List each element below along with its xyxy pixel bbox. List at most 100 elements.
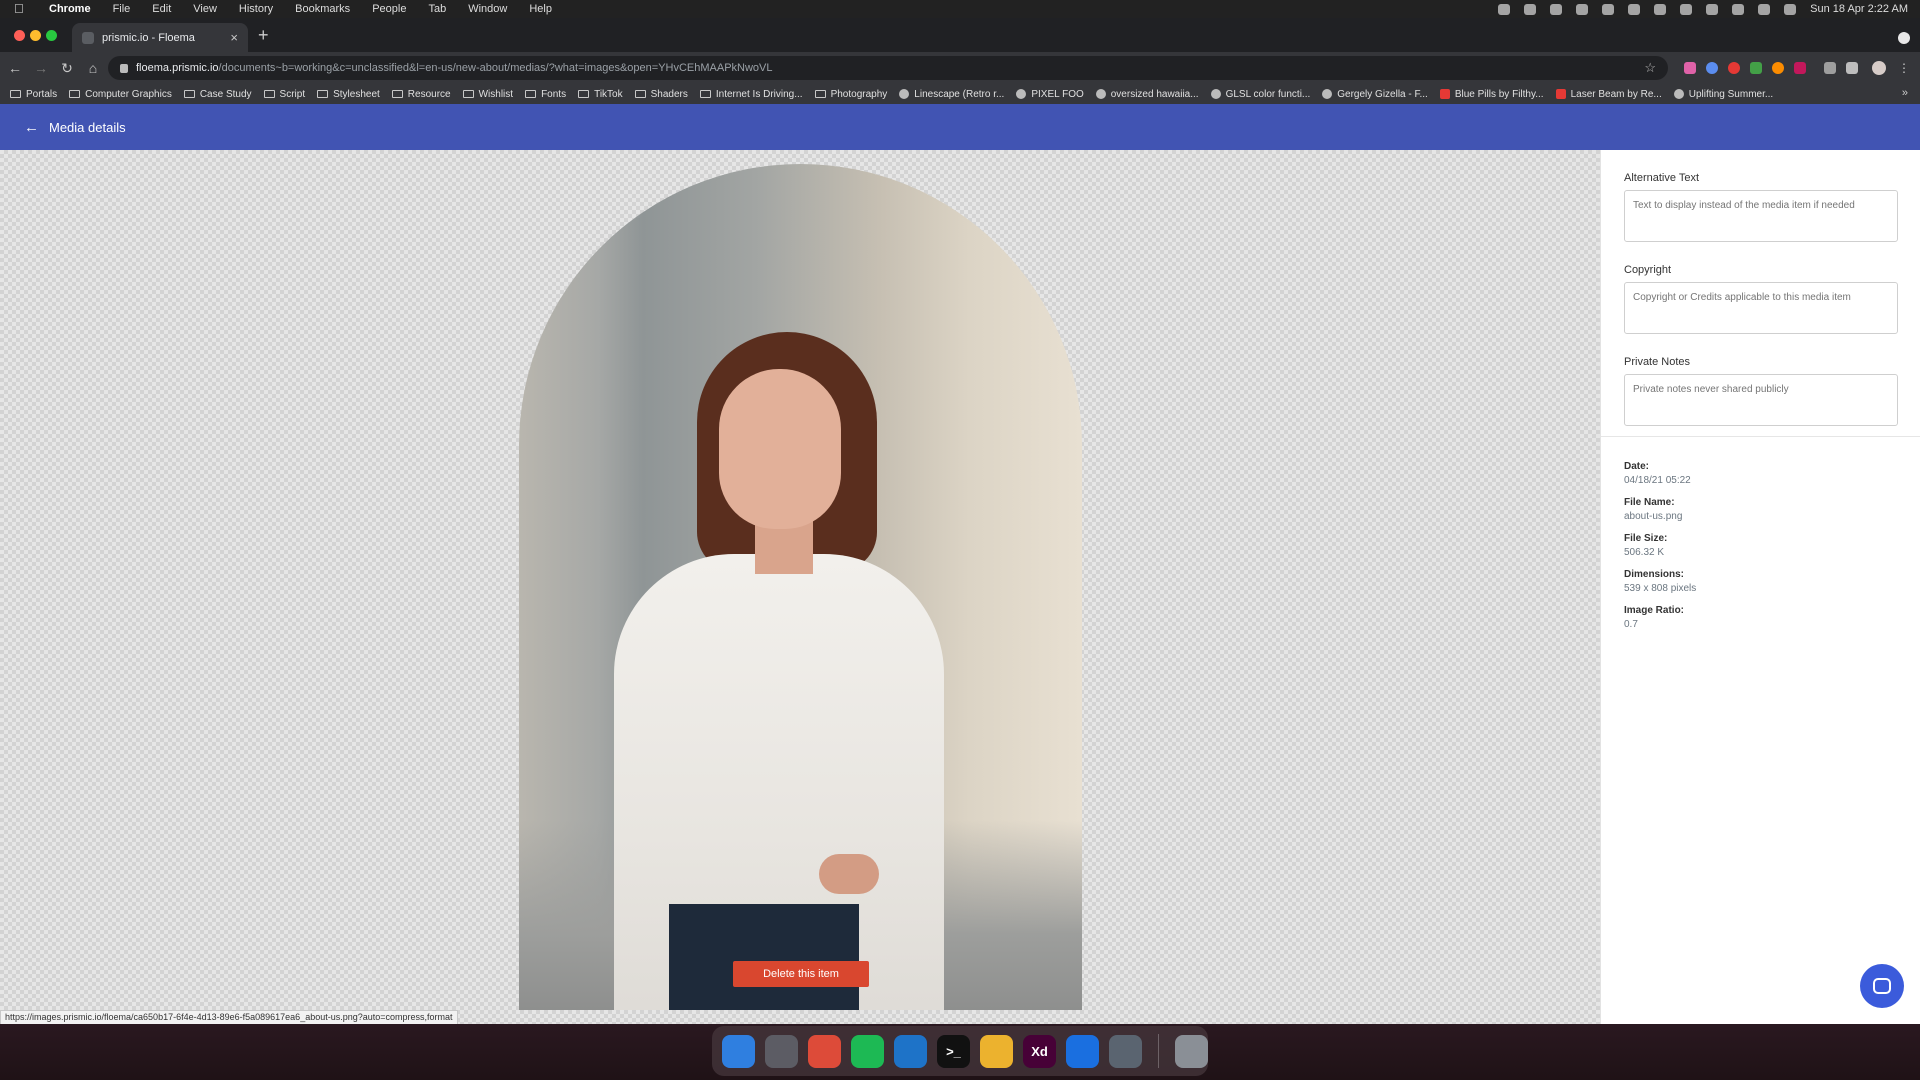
bookmark-folder-resource[interactable]: Resource bbox=[391, 89, 451, 100]
delete-item-button[interactable]: Delete this item bbox=[733, 961, 869, 987]
window-close-icon[interactable] bbox=[14, 30, 25, 41]
bookmarks-overflow-icon[interactable]: » bbox=[1902, 87, 1908, 99]
bookmark-folder-stylesheet[interactable]: Stylesheet bbox=[317, 89, 380, 100]
folder-icon bbox=[634, 90, 646, 98]
address-bar[interactable]: floema.prismic.io/documents~b=working&c=… bbox=[108, 56, 1668, 80]
page-title[interactable]: Media details bbox=[49, 120, 126, 135]
forward-nav-icon[interactable]: → bbox=[30, 60, 52, 76]
bookmark-folder-computer-graphics[interactable]: Computer Graphics bbox=[69, 89, 172, 100]
apple-logo-icon[interactable]:  bbox=[14, 2, 28, 16]
onepassword-icon[interactable] bbox=[1576, 3, 1589, 15]
bookmark-label: GLSL color functi... bbox=[1225, 88, 1311, 100]
folder-icon bbox=[578, 90, 590, 98]
cloud-upload-icon[interactable] bbox=[1602, 3, 1615, 15]
new-tab-icon[interactable]: + bbox=[258, 26, 269, 44]
vscode-icon[interactable] bbox=[894, 1034, 927, 1068]
reload-icon[interactable]: ↻ bbox=[56, 60, 78, 77]
adobe-xd-icon[interactable]: Xd bbox=[1023, 1034, 1056, 1068]
menu-help[interactable]: Help bbox=[518, 0, 563, 18]
bookmark-oversized-hawaiian[interactable]: oversized hawaiia... bbox=[1095, 89, 1199, 100]
terminal-icon[interactable]: >_ bbox=[937, 1034, 970, 1068]
chrome-icon[interactable] bbox=[808, 1034, 841, 1068]
folder-icon bbox=[10, 90, 21, 98]
onepassword-extension-icon[interactable] bbox=[1706, 62, 1718, 74]
bookmark-star-icon[interactable]: ☆ bbox=[1644, 60, 1656, 76]
bookmark-folder-tiktok[interactable]: TikTok bbox=[578, 89, 623, 100]
profile-avatar[interactable] bbox=[1872, 61, 1886, 75]
back-nav-icon[interactable]: ← bbox=[4, 60, 26, 76]
extension-icon[interactable] bbox=[1750, 62, 1762, 74]
wifi-icon[interactable] bbox=[1706, 3, 1719, 15]
menu-people[interactable]: People bbox=[361, 0, 417, 18]
bookmark-glsl[interactable]: GLSL color functi... bbox=[1210, 88, 1311, 100]
menu-bookmarks[interactable]: Bookmarks bbox=[284, 0, 361, 18]
bookmark-linescape[interactable]: Linescape (Retro r... bbox=[899, 89, 1004, 100]
finder-icon[interactable] bbox=[722, 1034, 755, 1068]
bookmark-folder-portals[interactable]: Portals bbox=[10, 89, 57, 100]
arrow-left-icon[interactable]: ← bbox=[24, 119, 39, 136]
bluetooth-icon[interactable] bbox=[1680, 3, 1693, 15]
record-icon[interactable] bbox=[1498, 3, 1511, 15]
bookmark-folder-wishlist[interactable]: Wishlist bbox=[462, 89, 513, 100]
launchpad-icon[interactable] bbox=[765, 1034, 798, 1068]
bookmark-folder-fonts[interactable]: Fonts bbox=[525, 89, 566, 100]
tab-search-icon[interactable] bbox=[1898, 32, 1910, 44]
window-minimize-icon[interactable] bbox=[30, 30, 41, 41]
shield-icon[interactable] bbox=[1824, 62, 1836, 74]
menu-window[interactable]: Window bbox=[457, 0, 518, 18]
search-icon[interactable] bbox=[1732, 3, 1745, 15]
bookmark-folder-internet[interactable]: Internet Is Driving... bbox=[699, 89, 803, 100]
bookmark-blue-pills[interactable]: Blue Pills by Filthy... bbox=[1439, 88, 1544, 100]
puzzle-extensions-icon[interactable] bbox=[1846, 62, 1858, 74]
folder-icon bbox=[391, 90, 403, 98]
chrome-menu-icon[interactable]: ⋮ bbox=[1898, 62, 1910, 74]
bookmark-laser-beam[interactable]: Laser Beam by Re... bbox=[1555, 89, 1662, 100]
menu-app-name[interactable]: Chrome bbox=[38, 0, 102, 18]
bookmark-folder-script[interactable]: Script bbox=[263, 89, 305, 100]
spotify-icon[interactable] bbox=[851, 1034, 884, 1068]
menu-bar-clock[interactable]: Sun 18 Apr 2:22 AM bbox=[1810, 3, 1908, 15]
chat-support-button[interactable] bbox=[1860, 964, 1904, 1008]
bookmark-pixel-foo[interactable]: PIXEL FOO bbox=[1016, 89, 1084, 100]
slack-icon[interactable] bbox=[980, 1034, 1013, 1068]
window-zoom-icon[interactable] bbox=[46, 30, 57, 41]
menu-view[interactable]: View bbox=[182, 0, 228, 18]
status-icon[interactable] bbox=[1524, 3, 1537, 15]
browser-tab-active[interactable]: prismic.io - Floema × bbox=[72, 23, 248, 52]
siri-icon[interactable] bbox=[1784, 3, 1797, 15]
lock-icon[interactable] bbox=[120, 63, 128, 73]
bookmarks-bar: Portals Computer Graphics Case Study Scr… bbox=[0, 84, 1920, 104]
extension-icon[interactable] bbox=[1772, 62, 1784, 74]
bookmark-folder-shaders[interactable]: Shaders bbox=[634, 89, 688, 100]
bookmark-folder-case-study[interactable]: Case Study bbox=[183, 89, 252, 100]
bookmark-uplifting-summer[interactable]: Uplifting Summer... bbox=[1673, 89, 1773, 100]
menu-edit[interactable]: Edit bbox=[141, 0, 182, 18]
menu-file[interactable]: File bbox=[102, 0, 142, 18]
menu-history[interactable]: History bbox=[228, 0, 284, 18]
extension-icon[interactable] bbox=[1684, 62, 1696, 74]
control-center-icon[interactable] bbox=[1758, 3, 1771, 15]
maps-pin-icon[interactable] bbox=[1066, 1034, 1099, 1068]
folder-icon bbox=[263, 90, 275, 98]
menu-tab[interactable]: Tab bbox=[417, 0, 457, 18]
extension-icon[interactable] bbox=[1728, 62, 1740, 74]
alt-text-field[interactable] bbox=[1624, 190, 1898, 242]
bookmark-gergely[interactable]: Gergely Gizella - F... bbox=[1322, 89, 1428, 100]
trash-icon[interactable] bbox=[1175, 1034, 1208, 1068]
battery-icon[interactable] bbox=[1654, 3, 1667, 15]
folder-icon bbox=[699, 90, 711, 98]
bookmark-label: Fonts bbox=[541, 88, 567, 100]
folder-icon bbox=[69, 90, 81, 98]
extension-badge-icon[interactable] bbox=[1794, 62, 1806, 74]
prismic-favicon-icon bbox=[82, 31, 94, 44]
copyright-field[interactable] bbox=[1624, 282, 1898, 334]
home-icon[interactable]: ⌂ bbox=[82, 60, 104, 76]
meta-file-name: File Name: about-us.png bbox=[1624, 497, 1897, 522]
private-notes-field[interactable] bbox=[1624, 374, 1898, 426]
bookmark-folder-photography[interactable]: Photography bbox=[814, 89, 887, 100]
app-icon[interactable] bbox=[1109, 1034, 1142, 1068]
play-icon[interactable] bbox=[1628, 3, 1641, 15]
tab-close-icon[interactable]: × bbox=[230, 30, 238, 45]
cloud-icon[interactable] bbox=[1550, 3, 1563, 15]
bookmark-label: Blue Pills by Filthy... bbox=[1454, 88, 1544, 100]
